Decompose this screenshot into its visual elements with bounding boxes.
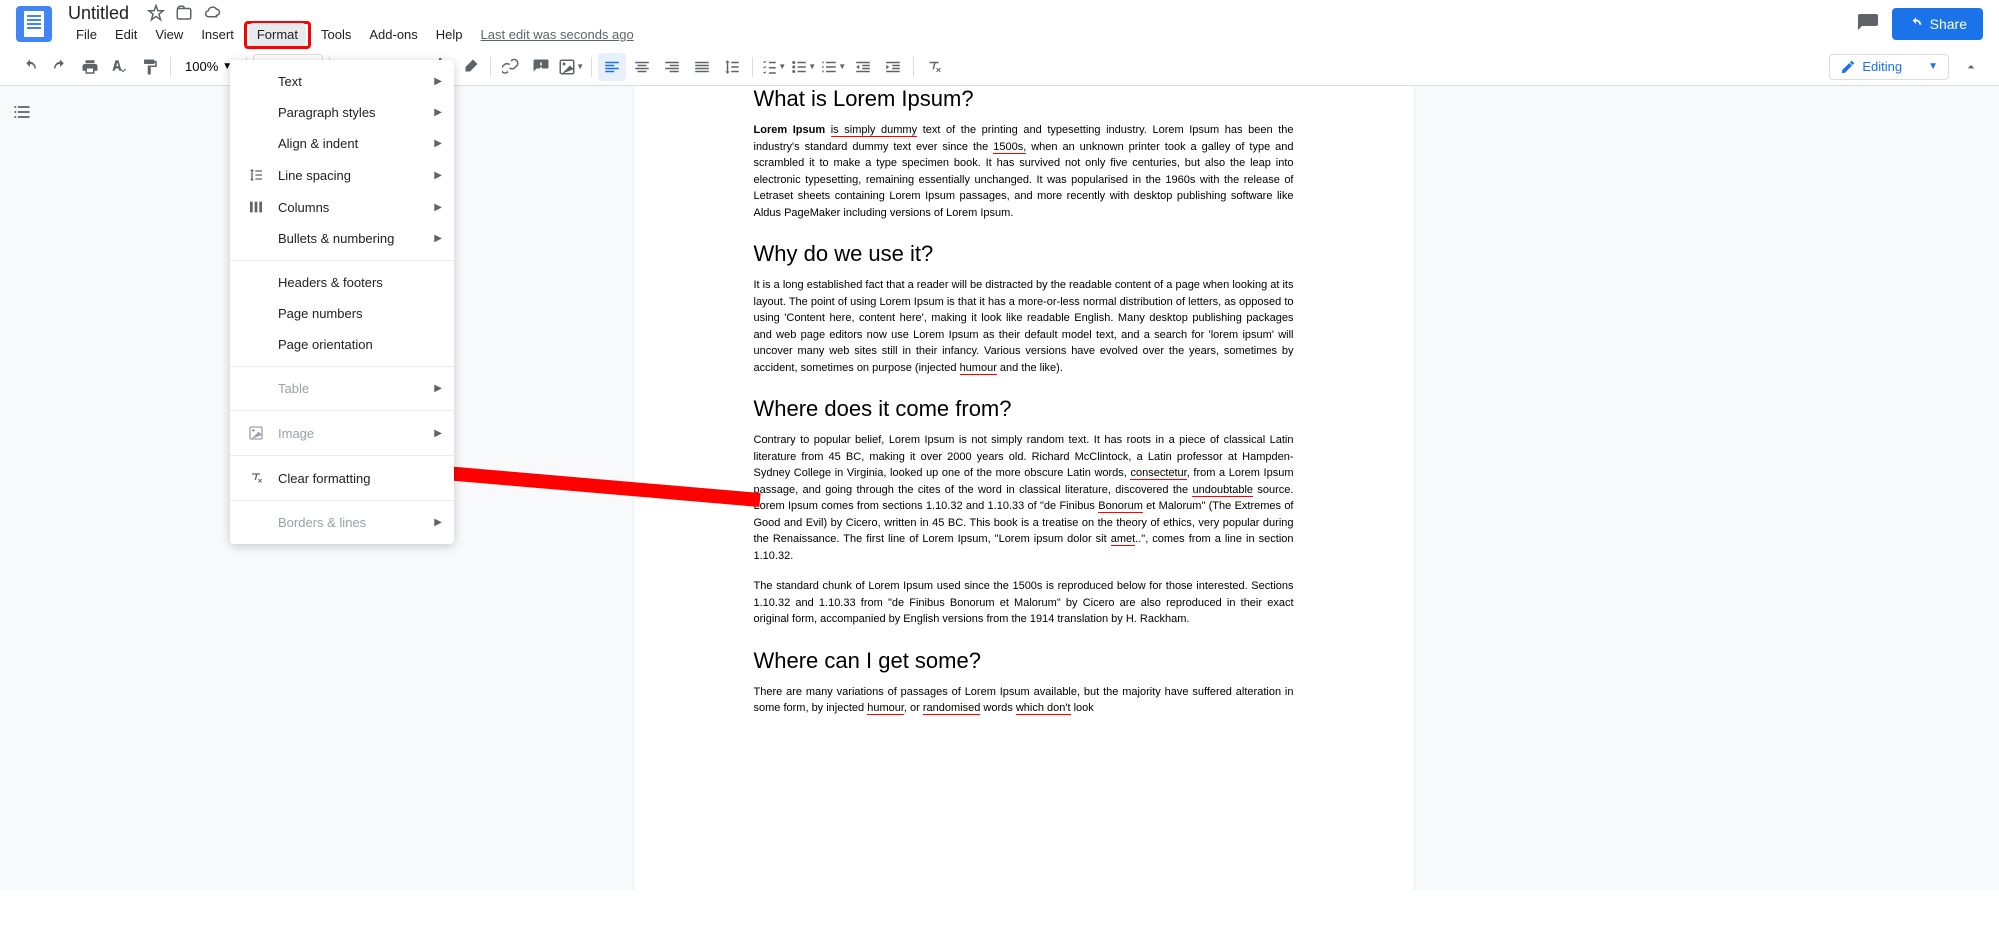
decrease-indent-button[interactable] — [849, 53, 877, 81]
last-edit-link[interactable]: Last edit was seconds ago — [481, 27, 634, 42]
dropdown-clear-formatting[interactable]: Clear formatting — [230, 462, 454, 494]
hide-menus-button[interactable] — [1959, 55, 1983, 79]
menu-addons[interactable]: Add-ons — [361, 23, 425, 46]
menu-insert[interactable]: Insert — [193, 23, 242, 46]
format-highlight-annotation: Format — [244, 21, 311, 49]
share-button[interactable]: Share — [1892, 8, 1983, 40]
heading-3: Where does it come from? — [754, 396, 1294, 422]
heading-4: Where can I get some? — [754, 648, 1294, 674]
clear-formatting-button[interactable] — [920, 53, 948, 81]
align-right-button[interactable] — [658, 53, 686, 81]
undo-button[interactable] — [16, 53, 44, 81]
dropdown-image: Image▶ — [230, 417, 454, 449]
dropdown-line-spacing[interactable]: Line spacing▶ — [230, 159, 454, 191]
menu-format[interactable]: Format — [249, 23, 306, 46]
heading-2: Why do we use it? — [754, 241, 1294, 267]
menu-file[interactable]: File — [68, 23, 105, 46]
bulleted-list-button[interactable]: ▼ — [789, 53, 817, 81]
paragraph-1: Lorem Ipsum is simply dummy text of the … — [754, 122, 1294, 221]
dropdown-text[interactable]: Text▶ — [230, 66, 454, 97]
highlight-button[interactable] — [456, 53, 484, 81]
image-icon — [246, 425, 266, 441]
numbered-list-button[interactable]: ▼ — [819, 53, 847, 81]
menu-tools[interactable]: Tools — [313, 23, 359, 46]
paragraph-3: Contrary to popular belief, Lorem Ipsum … — [754, 432, 1294, 564]
paragraph-4: The standard chunk of Lorem Ipsum used s… — [754, 578, 1294, 628]
line-spacing-button[interactable] — [718, 53, 746, 81]
document-page[interactable]: What is Lorem Ipsum? Lorem Ipsum is simp… — [634, 86, 1414, 890]
increase-indent-button[interactable] — [879, 53, 907, 81]
move-icon[interactable] — [175, 4, 193, 22]
insert-image-button[interactable]: ▼ — [557, 53, 585, 81]
align-center-button[interactable] — [628, 53, 656, 81]
editing-mode-select[interactable]: Editing ▼ — [1829, 54, 1949, 80]
dropdown-page-orientation[interactable]: Page orientation — [230, 329, 454, 360]
share-label: Share — [1930, 16, 1967, 32]
dropdown-headers-footers[interactable]: Headers & footers — [230, 267, 454, 298]
dropdown-paragraph-styles[interactable]: Paragraph styles▶ — [230, 97, 454, 128]
menu-view[interactable]: View — [147, 23, 191, 46]
format-dropdown: Text▶ Paragraph styles▶ Align & indent▶ … — [230, 60, 454, 544]
clear-format-icon — [246, 470, 266, 486]
redo-button[interactable] — [46, 53, 74, 81]
paint-format-button[interactable] — [136, 53, 164, 81]
document-title[interactable]: Untitled — [68, 3, 129, 24]
dropdown-columns[interactable]: Columns▶ — [230, 191, 454, 223]
menu-help[interactable]: Help — [428, 23, 471, 46]
menu-edit[interactable]: Edit — [107, 23, 145, 46]
comments-icon[interactable] — [1856, 12, 1880, 36]
outline-icon[interactable] — [12, 102, 36, 126]
insert-link-button[interactable] — [497, 53, 525, 81]
print-button[interactable] — [76, 53, 104, 81]
align-left-button[interactable] — [598, 53, 626, 81]
star-icon[interactable] — [147, 4, 165, 22]
line-spacing-icon — [246, 167, 266, 183]
heading-1: What is Lorem Ipsum? — [754, 86, 1294, 112]
dropdown-borders-lines: Borders & lines▶ — [230, 507, 454, 538]
paragraph-2: It is a long established fact that a rea… — [754, 277, 1294, 376]
align-justify-button[interactable] — [688, 53, 716, 81]
docs-logo-icon[interactable] — [16, 6, 52, 42]
checklist-button[interactable]: ▼ — [759, 53, 787, 81]
columns-icon — [246, 199, 266, 215]
dropdown-bullets-numbering[interactable]: Bullets & numbering▶ — [230, 223, 454, 254]
insert-comment-button[interactable] — [527, 53, 555, 81]
dropdown-page-numbers[interactable]: Page numbers — [230, 298, 454, 329]
dropdown-table: Table▶ — [230, 373, 454, 404]
spellcheck-button[interactable] — [106, 53, 134, 81]
cloud-status-icon[interactable] — [203, 4, 221, 22]
menubar: File Edit View Insert Format Tools Add-o… — [68, 24, 634, 46]
paragraph-5: There are many variations of passages of… — [754, 684, 1294, 717]
dropdown-align-indent[interactable]: Align & indent▶ — [230, 128, 454, 159]
app-header: Untitled File Edit View Insert Format To… — [0, 0, 1999, 48]
